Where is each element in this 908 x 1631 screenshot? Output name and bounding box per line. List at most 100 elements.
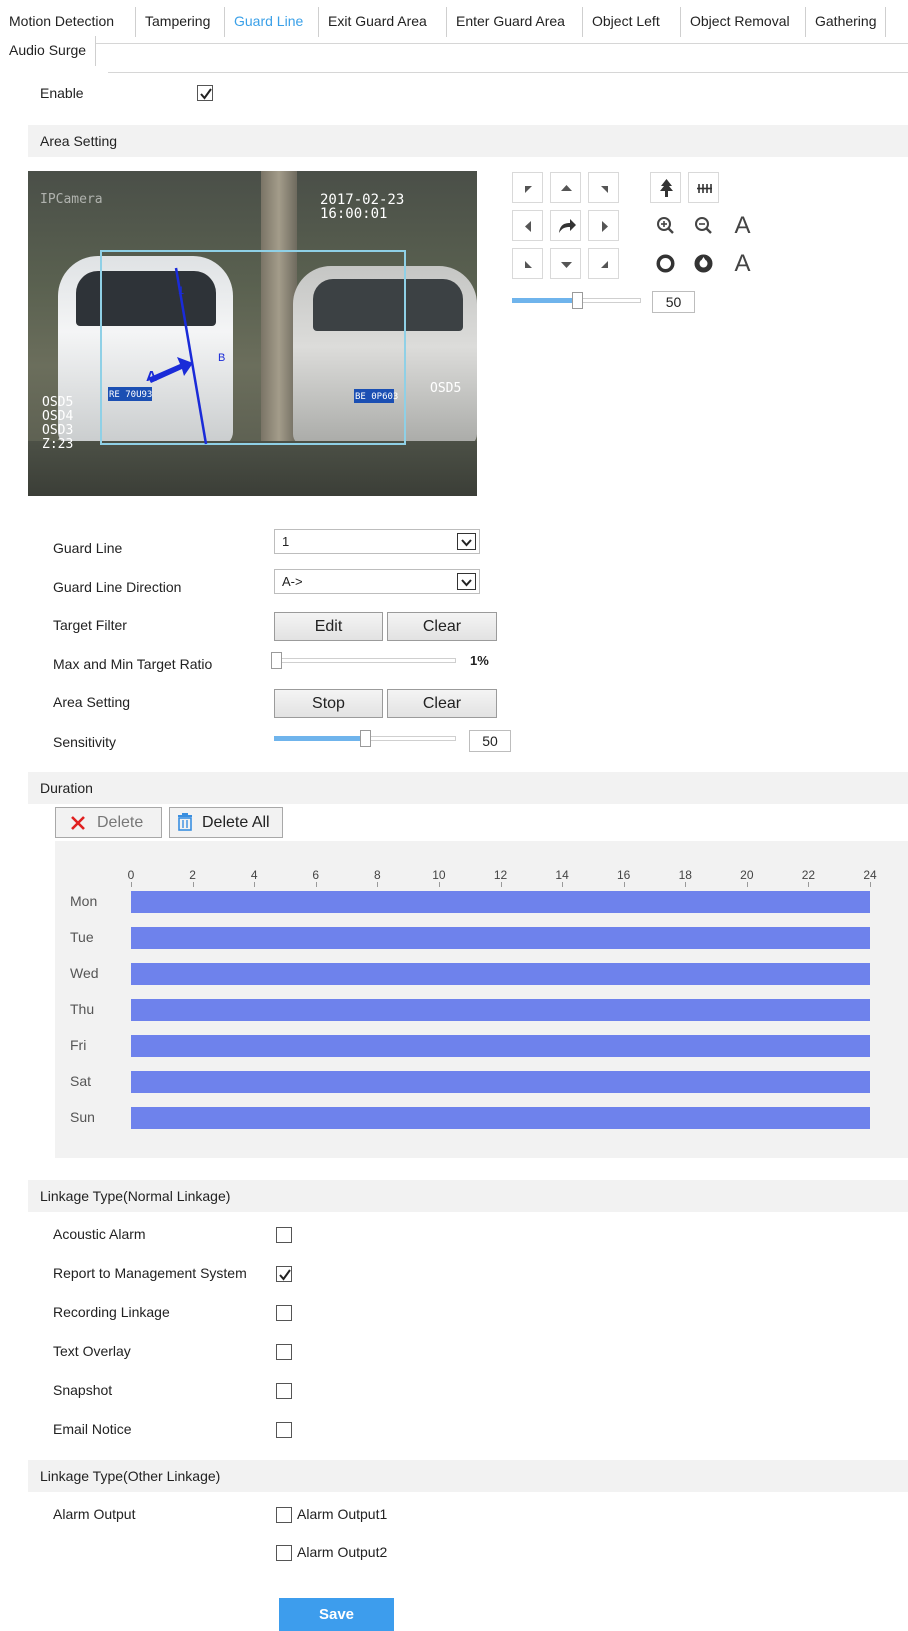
schedule-bar-fri[interactable] [131,1035,870,1057]
hour-tick-label: 6 [312,868,320,882]
ptz-speed-fill [512,298,577,303]
hour-tick [192,882,194,887]
tab-gathering[interactable]: Gathering [805,7,887,37]
area-setting-header: Area Setting [28,125,908,157]
day-label-sun: Sun [70,1109,95,1125]
hour-tick [685,882,687,887]
linkage-normal-header: Linkage Type(Normal Linkage) [28,1180,908,1212]
schedule-bar-thu[interactable] [131,999,870,1021]
linkage-checkbox[interactable] [276,1383,292,1399]
ptz-rotate-icon [559,219,576,233]
target-ratio-track[interactable] [274,658,456,663]
linkage-checkbox[interactable] [276,1305,292,1321]
checkmark-icon [279,1269,291,1281]
hour-tick [131,882,132,887]
enable-checkbox[interactable] [197,85,213,101]
guard-line-direction-select[interactable]: A-> [274,569,480,594]
ptz-downright-icon [601,261,608,268]
detection-tabs: Motion Detection Tampering Guard Line Ex… [0,7,908,73]
linkage-checkbox[interactable] [276,1344,292,1360]
text-a-button-1[interactable]: A [727,210,758,241]
linkage-label: Report to Management System [53,1265,247,1281]
focus-near-button[interactable] [650,172,681,203]
tab-object-removal[interactable]: Object Removal [680,7,799,37]
ptz-downleft-button[interactable] [512,248,543,279]
ptz-upleft-icon [525,186,532,193]
hour-tick [315,882,317,887]
hour-tick-label: 22 [801,868,816,882]
video-preview[interactable]: RE 70U93 BE 0P603 IPCamera 2017-02-23 16… [28,171,477,496]
delete-all-button[interactable]: Delete All [169,807,283,838]
focus-far-icon [697,184,712,193]
target-ratio-thumb[interactable] [271,652,282,669]
sensitivity-value[interactable]: 50 [469,730,511,752]
hour-tick [500,882,502,887]
tab-exit-guard-area[interactable]: Exit Guard Area [318,7,436,37]
tab-guard-line[interactable]: Guard Line [224,7,313,37]
focus-far-button[interactable] [688,172,719,203]
hour-tick-label: 4 [250,868,258,882]
alarm-output-label: Alarm Output [53,1506,136,1522]
schedule-bar-sun[interactable] [131,1107,870,1129]
hour-tick [870,882,871,887]
guard-line-label-a: A [146,368,157,385]
sensitivity-thumb[interactable] [360,730,371,747]
enable-label: Enable [40,85,84,101]
ptz-right-button[interactable] [588,210,619,241]
guard-line-select[interactable]: 1 [274,529,480,554]
alarm-output-checkbox[interactable] [276,1545,292,1561]
area-setting-clear-button[interactable]: Clear [387,689,497,718]
ptz-down-button[interactable] [550,248,581,279]
sensitivity-fill [274,736,365,741]
iris-close-icon [694,254,713,273]
area-setting-stop-button[interactable]: Stop [274,689,383,718]
schedule-bar-tue[interactable] [131,927,870,949]
alarm-output-label-1: Alarm Output1 [297,1506,388,1522]
schedule-bar-mon[interactable] [131,891,870,913]
guard-line-label-b: B [218,352,226,364]
focus-near-icon [660,179,673,197]
ptz-up-button[interactable] [550,172,581,203]
linkage-checkbox[interactable] [276,1422,292,1438]
close-icon [71,816,85,830]
hour-tick [808,882,810,887]
target-filter-label: Target Filter [53,617,127,633]
ptz-upleft-button[interactable] [512,172,543,203]
tab-object-left[interactable]: Object Left [582,7,669,37]
day-label-thu: Thu [70,1001,95,1017]
target-filter-clear-button[interactable]: Clear [387,612,497,641]
tab-enter-guard-area[interactable]: Enter Guard Area [446,7,574,37]
alarm-output-label-2: Alarm Output2 [297,1544,388,1560]
linkage-checkbox[interactable] [276,1266,292,1282]
ptz-right-icon [602,221,608,232]
ptz-up-icon [561,185,572,191]
tab-audio-surge[interactable]: Audio Surge [0,36,97,66]
alarm-output-checkbox[interactable] [276,1507,292,1523]
ptz-left-button[interactable] [512,210,543,241]
iris-close-button[interactable] [688,248,719,279]
save-button[interactable]: Save [279,1598,394,1631]
zoom-in-button[interactable] [650,210,681,241]
hour-tick-label: 20 [740,868,754,882]
delete-button[interactable]: Delete [55,807,162,838]
target-filter-edit-button[interactable]: Edit [274,612,383,641]
ptz-upright-button[interactable] [588,172,619,203]
schedule-bar-sat[interactable] [131,1071,870,1093]
ptz-speed-value[interactable]: 50 [652,291,695,313]
ptz-speed-thumb[interactable] [572,292,583,309]
hour-tick-label: 12 [493,868,508,882]
linkage-checkbox[interactable] [276,1227,292,1243]
iris-open-button[interactable] [650,248,681,279]
tab-motion-detection[interactable]: Motion Detection [0,7,124,37]
ptz-left-icon [525,221,531,232]
zoom-out-button[interactable] [688,210,719,241]
guard-line-overlay[interactable] [28,171,477,496]
tab-tampering[interactable]: Tampering [135,7,220,37]
linkage-other-header: Linkage Type(Other Linkage) [28,1460,908,1492]
ptz-rotate-button[interactable] [550,210,581,241]
ptz-downright-button[interactable] [588,248,619,279]
hour-tick-label: 24 [863,868,877,882]
text-a-button-2[interactable]: A [727,248,758,279]
schedule-bar-wed[interactable] [131,963,870,985]
day-label-mon: Mon [70,893,98,909]
